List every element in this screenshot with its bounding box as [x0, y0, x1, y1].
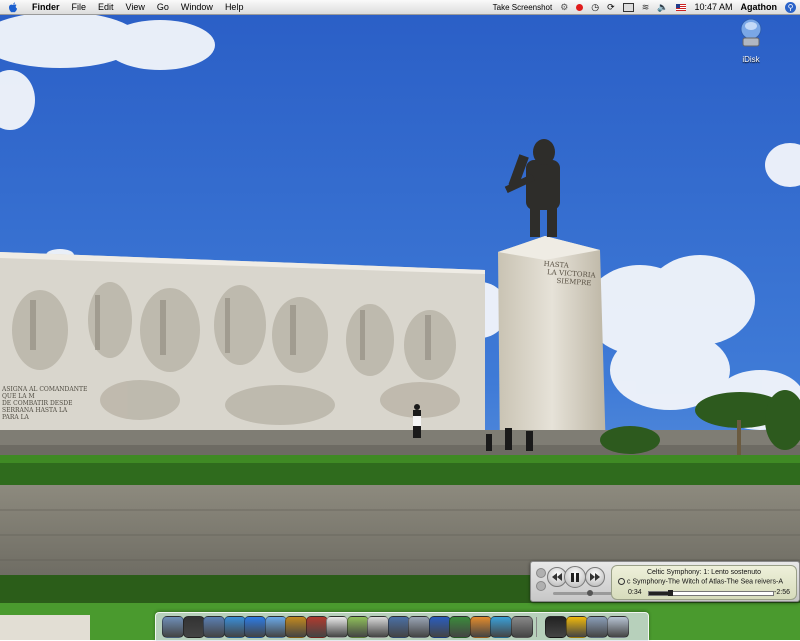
inscription-line: DE COMBATIR DESDE [2, 400, 73, 407]
trash-icon[interactable] [606, 616, 629, 638]
menu-view[interactable]: View [126, 0, 145, 14]
finder-icon[interactable] [162, 616, 184, 638]
menu-file[interactable]: File [72, 0, 87, 14]
volume-knob[interactable] [587, 590, 593, 596]
display-icon[interactable] [622, 2, 634, 12]
network-icon[interactable] [223, 616, 246, 638]
word-icon[interactable] [428, 616, 451, 638]
apple-icon[interactable] [510, 616, 533, 638]
dock-separator [536, 617, 537, 637]
spotlight-icon[interactable]: ⚲ [785, 1, 796, 13]
pause-icon [571, 572, 579, 582]
zoom-button[interactable] [536, 581, 546, 591]
snapback-icon[interactable] [618, 578, 625, 585]
preview-icon[interactable] [387, 616, 410, 638]
image-icon[interactable] [586, 616, 608, 638]
inscription-line: PARA LA [2, 414, 29, 421]
inscription-line: QUE LA M [2, 393, 35, 400]
close-button[interactable] [536, 568, 546, 578]
pedestal-inscription: HASTA LA VICTORIA SIEMPRE [542, 260, 604, 288]
dashboard-icon[interactable] [182, 616, 205, 638]
inscription-line: SERRANA HASTA LA [2, 407, 68, 414]
desktop[interactable]: HASTA LA VICTORIA SIEMPRE ASIGNA AL COMA… [0, 0, 800, 640]
desktop-icon-label: iDisk [742, 55, 760, 64]
idisk-icon [740, 18, 762, 47]
ichat-icon[interactable] [264, 616, 287, 638]
rewind-icon [552, 573, 562, 581]
clock-time[interactable]: 10:47 AM [694, 2, 732, 12]
notes-icon[interactable] [367, 616, 389, 638]
apple-menu[interactable] [8, 1, 22, 13]
itunes-mini-player: Celtic Symphony: 1: Lento sostenuto c Sy… [530, 561, 800, 602]
x11-icon[interactable] [545, 616, 567, 638]
browser-icon[interactable] [490, 616, 512, 638]
dock [155, 612, 649, 641]
app-menu-finder[interactable]: Finder [32, 0, 60, 14]
record-icon[interactable] [576, 3, 584, 11]
track-info-scroll: c Symphony-The Witch of Atlas-The Sea re… [618, 578, 792, 585]
clock-menu-icon[interactable]: ◷ [591, 2, 599, 13]
progress-fill [649, 592, 671, 595]
track-title: Celtic Symphony: 1: Lento sostenuto [646, 569, 761, 576]
gear-icon[interactable]: ⚙ [560, 2, 568, 13]
wallpaper [0, 0, 800, 640]
remaining-time: -2:56 [774, 589, 790, 596]
volume-slider[interactable] [553, 590, 613, 596]
inscription-line: ASIGNA AL COMANDANTE [2, 386, 88, 393]
excel-icon[interactable] [449, 616, 471, 638]
wifi-icon[interactable]: ≋ [642, 2, 650, 13]
menu-bar: Finder File Edit View Go Window Help Tak… [0, 0, 800, 15]
amaze-icon[interactable] [285, 616, 307, 638]
screenshot-icon[interactable] [408, 616, 430, 638]
safari-icon[interactable] [244, 616, 266, 638]
next-track-button[interactable] [585, 567, 605, 587]
track-info: c Symphony-The Witch of Atlas-The Sea re… [627, 578, 783, 586]
fast-forward-icon [590, 573, 600, 581]
itunes-icon[interactable] [346, 616, 369, 638]
apple-icon [9, 1, 17, 12]
sync-icon[interactable]: ⟳ [607, 2, 615, 13]
play-pause-button[interactable] [564, 566, 586, 588]
menu-window[interactable]: Window [181, 0, 213, 14]
take-screenshot-menu[interactable]: Take Screenshot [493, 3, 553, 12]
desktop-icon-idisk[interactable]: iDisk [734, 18, 768, 64]
progress-bar[interactable] [648, 590, 774, 596]
ical-icon[interactable] [326, 616, 348, 638]
star-icon[interactable] [565, 616, 588, 638]
menu-edit[interactable]: Edit [98, 0, 114, 14]
pen-icon[interactable] [469, 616, 492, 638]
user-menu[interactable]: Agathon [741, 2, 778, 12]
dictionary-icon[interactable] [305, 616, 328, 638]
mail-icon[interactable] [203, 616, 225, 638]
progress-thumb[interactable] [668, 590, 674, 596]
wall-inscription: ASIGNA AL COMANDANTE QUE LA M DE COMBATI… [2, 386, 92, 421]
volume-icon[interactable]: 🔈 [657, 2, 668, 13]
menu-go[interactable]: Go [157, 0, 169, 14]
menu-extras: Take Screenshot ⚙ ◷ ⟳ ≋ 🔈 10:47 AM Agath… [493, 0, 800, 14]
flag-icon[interactable] [676, 3, 687, 11]
elapsed-time: 0:34 [628, 589, 642, 596]
menu-help[interactable]: Help [225, 0, 244, 14]
now-playing-display[interactable]: Celtic Symphony: 1: Lento sostenuto c Sy… [611, 565, 797, 600]
